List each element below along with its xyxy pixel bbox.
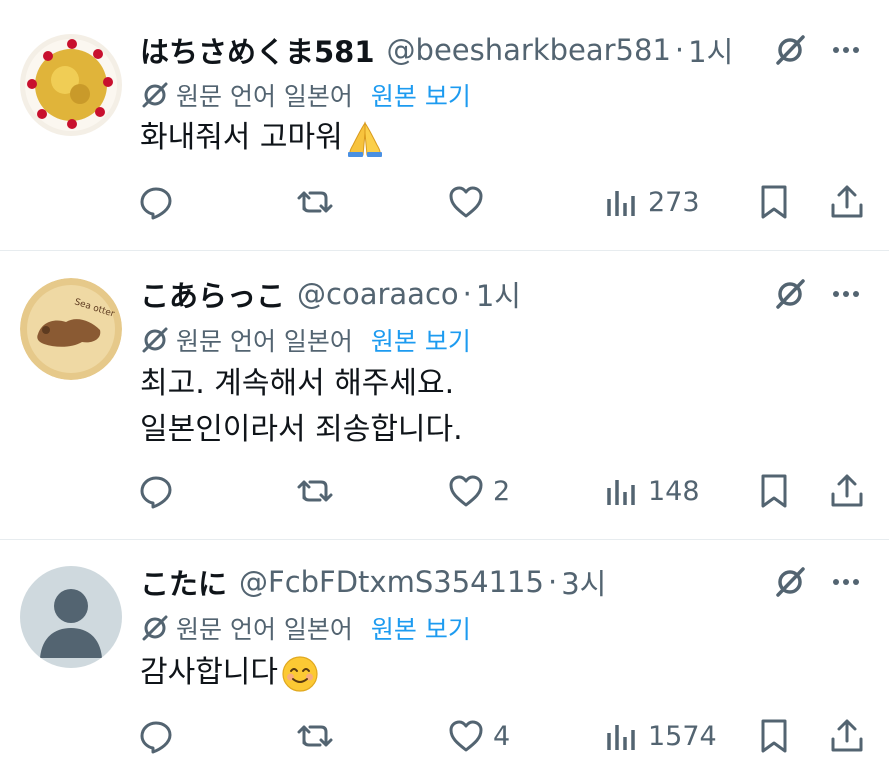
- translation-label: 원문 언어 일본어: [176, 615, 353, 644]
- sea-otter-avatar-image: Sea otter: [20, 278, 122, 380]
- views-chart-icon: [607, 480, 635, 505]
- separator-dot: ·: [462, 277, 472, 311]
- share-icon: [831, 474, 863, 507]
- share-button[interactable]: [828, 182, 866, 222]
- reply-button[interactable]: [137, 182, 183, 222]
- display-name[interactable]: はちさめくま581: [140, 29, 375, 71]
- translation-label: 원문 언어 일본어: [176, 327, 353, 356]
- tweet-text: 화내줘서 고마워: [140, 115, 385, 161]
- translate-slash-icon: [142, 82, 168, 108]
- reply-icon: [140, 721, 172, 754]
- views-button[interactable]: 273: [602, 182, 700, 222]
- heart-icon: [449, 475, 483, 507]
- retweet-icon: [297, 480, 333, 502]
- retweet-button[interactable]: [296, 471, 342, 511]
- share-button[interactable]: [828, 716, 866, 756]
- like-button[interactable]: 2: [447, 471, 510, 511]
- avatar[interactable]: [20, 34, 122, 136]
- bookmark-icon: [761, 474, 787, 508]
- like-button[interactable]: 4: [447, 716, 510, 756]
- bookmark-button[interactable]: [755, 471, 793, 511]
- tweet-text-line: 화내줘서 고마워: [140, 120, 343, 155]
- tweet-text-line: 감사합니다: [140, 655, 278, 690]
- reply-button[interactable]: [137, 471, 183, 511]
- timestamp[interactable]: 1시: [476, 273, 521, 315]
- tweet-text: 감사합니다: [140, 650, 320, 696]
- folded-hands-emoji-icon: [347, 120, 382, 157]
- like-count: 4: [493, 720, 511, 752]
- timestamp[interactable]: 1시: [688, 29, 733, 71]
- separator-dot: ·: [674, 33, 685, 67]
- translation-row: 원문 언어 일본어 원본 보기: [140, 323, 471, 357]
- user-handle[interactable]: @FcbFDtxmS354115: [239, 565, 544, 599]
- reply-button[interactable]: [137, 716, 183, 756]
- grok-icon[interactable]: [772, 564, 808, 600]
- view-count: 1574: [648, 720, 717, 752]
- like-count: 2: [493, 475, 511, 507]
- default-profile-avatar-image: [20, 566, 122, 668]
- share-icon: [831, 185, 863, 218]
- timestamp[interactable]: 3시: [561, 561, 606, 603]
- grok-icon[interactable]: [772, 32, 808, 68]
- bookmark-button[interactable]: [755, 716, 793, 756]
- user-handle[interactable]: @beesharkbear581: [387, 33, 671, 67]
- tweet-header: こあらっこ @coaraaco · 1시: [140, 274, 521, 314]
- view-count: 148: [648, 475, 700, 507]
- show-original-link[interactable]: 원본 보기: [371, 322, 471, 358]
- share-icon: [831, 719, 863, 752]
- reply-icon: [140, 476, 172, 509]
- tweet-divider: [0, 539, 889, 540]
- display-name[interactable]: こあらっこ: [140, 273, 285, 315]
- more-options-icon[interactable]: [828, 276, 864, 312]
- reply-icon: [140, 187, 172, 220]
- views-chart-icon: [607, 725, 635, 750]
- views-button[interactable]: 1574: [602, 716, 717, 756]
- retweet-icon: [297, 191, 333, 213]
- views-button[interactable]: 148: [602, 471, 700, 511]
- view-count: 273: [648, 186, 700, 218]
- translate-slash-icon: [142, 615, 168, 641]
- views-chart-icon: [607, 191, 635, 216]
- smiling-face-emoji-icon: [282, 655, 318, 692]
- cake-avatar-image: [20, 34, 122, 136]
- tweet-text-line: 최고. 계속해서 해주세요.: [140, 366, 455, 401]
- more-options-icon[interactable]: [828, 564, 864, 600]
- grok-icon[interactable]: [772, 276, 808, 312]
- show-original-link[interactable]: 원본 보기: [371, 77, 471, 113]
- tweet-divider: [0, 250, 889, 251]
- avatar[interactable]: Sea otter: [20, 278, 122, 380]
- bookmark-icon: [761, 719, 787, 753]
- translate-slash-icon: [142, 327, 168, 353]
- heart-icon: [449, 720, 483, 752]
- avatar[interactable]: [20, 566, 122, 668]
- retweet-button[interactable]: [296, 716, 342, 756]
- separator-dot: ·: [547, 565, 558, 599]
- tweet-text-line: 일본인이라서 죄송합니다.: [140, 412, 463, 447]
- display-name[interactable]: こたに: [140, 561, 227, 603]
- more-options-icon[interactable]: [828, 32, 864, 68]
- user-handle[interactable]: @coaraaco: [297, 277, 459, 311]
- bookmark-button[interactable]: [755, 182, 793, 222]
- bookmark-icon: [761, 185, 787, 219]
- tweet-text: 최고. 계속해서 해주세요. 일본인이라서 죄송합니다.: [140, 361, 463, 453]
- share-button[interactable]: [828, 471, 866, 511]
- tweet-header: こたに @FcbFDtxmS354115 · 3시: [140, 562, 606, 602]
- retweet-icon: [297, 725, 333, 747]
- tweet-header: はちさめくま581 @beesharkbear581 · 1시: [140, 30, 733, 70]
- retweet-button[interactable]: [296, 182, 342, 222]
- show-original-link[interactable]: 원본 보기: [371, 610, 471, 646]
- translation-row: 원문 언어 일본어 원본 보기: [140, 611, 471, 645]
- like-button[interactable]: [447, 182, 493, 222]
- translation-label: 원문 언어 일본어: [176, 82, 353, 111]
- translation-row: 원문 언어 일본어 원본 보기: [140, 78, 471, 112]
- heart-icon: [449, 186, 483, 218]
